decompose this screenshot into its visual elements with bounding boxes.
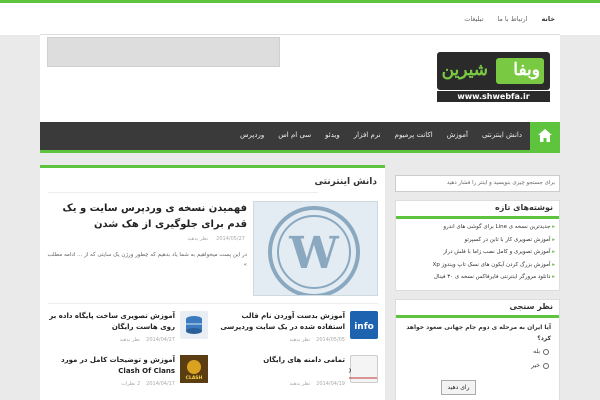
featured-post-excerpt: در این پست میخواهیم به شما یاد بدهیم که … bbox=[47, 252, 247, 268]
logo-mark: وبفا شیرین bbox=[437, 52, 550, 90]
search-input[interactable]: برای جستجو چیزی بنویسید و اینتر را فشار … bbox=[395, 175, 560, 192]
recent-post-item[interactable]: آموزش تصویری و کامل نصب زاما با فلش دراز bbox=[400, 246, 555, 259]
content-divider bbox=[48, 303, 378, 304]
post-card[interactable]: http:/ تمامی دامنه های رایگان 2014/04/19… bbox=[213, 355, 378, 393]
post-card-meta: 2014/05/05 نظر بدهید bbox=[290, 337, 345, 343]
nav-home-button[interactable] bbox=[530, 122, 560, 150]
post-card-meta: 2014/04/17 2 نظرات bbox=[121, 381, 175, 387]
http-icon: http:/ bbox=[328, 355, 378, 383]
top-bar: خانه ارتباط با ما تبلیغات bbox=[0, 0, 600, 35]
info-icon: info bbox=[350, 311, 378, 339]
post-card-date: 2014/04/17 bbox=[146, 381, 175, 387]
top-link-home[interactable]: خانه bbox=[541, 15, 555, 23]
nav-item-premium[interactable]: اکانت پرمیوم bbox=[395, 131, 433, 139]
nav-items: دانش اینترنتی آموزش اکانت پرمیوم نرم افز… bbox=[240, 131, 522, 139]
poll-option-yes[interactable]: بله bbox=[533, 348, 549, 355]
poll-option-label: خیر bbox=[531, 362, 540, 369]
poll-option-label: بله bbox=[533, 348, 540, 355]
svg-text:http:/: http:/ bbox=[349, 366, 351, 375]
database-icon bbox=[180, 311, 208, 339]
featured-post-title[interactable]: فهمیدن نسخه ی وردپرس سایت و یک قدم برای … bbox=[47, 201, 247, 233]
poll-option-no[interactable]: خیر bbox=[531, 362, 549, 369]
recent-posts-title: نوشته‌های تازه bbox=[396, 201, 559, 219]
post-card-comments[interactable]: نظر بدهید bbox=[290, 337, 311, 343]
clash-icon: CLASH bbox=[180, 355, 208, 383]
section-title: دانش اینترنتی bbox=[314, 177, 377, 187]
logo-url: www.shwebfa.ir bbox=[437, 91, 550, 102]
nav-item-tutorial[interactable]: آموزش bbox=[447, 131, 468, 139]
post-card-meta: 2014/04/27 نظر بدهید bbox=[120, 337, 175, 343]
site-header: وبفا شیرین www.shwebfa.ir bbox=[40, 35, 560, 122]
poll-question: آیا ایران به مرحله ی دوم جام جهانی صعود … bbox=[406, 324, 551, 342]
post-card-meta: 2014/04/19 نظر بدهید bbox=[290, 381, 345, 387]
nav-item-wordpress[interactable]: وردپرس bbox=[240, 131, 264, 139]
logo-text-left: شیرین bbox=[441, 60, 488, 80]
nav-item-cms[interactable]: سی ام اس bbox=[278, 131, 311, 139]
nav-item-internet[interactable]: دانش اینترنتی bbox=[482, 131, 522, 139]
radio-button[interactable] bbox=[543, 362, 549, 369]
poll-widget: نظر سنجی آیا ایران به مرحله ی دوم جام جه… bbox=[395, 299, 560, 400]
featured-post-meta: 2014/05/27 نظر بدهید bbox=[188, 236, 245, 242]
post-card-title[interactable]: آموزش بدست آوردن نام قالب استفاده شده در… bbox=[215, 311, 345, 333]
post-card-date: 2014/04/27 bbox=[146, 337, 175, 343]
top-link-ads[interactable]: تبلیغات bbox=[464, 15, 483, 23]
nav-item-video[interactable]: ویدئو bbox=[325, 131, 340, 139]
recent-post-item[interactable]: آموزش تصویری کار با تابن در کسپرتو bbox=[400, 234, 555, 247]
main-nav: دانش اینترنتی آموزش اکانت پرمیوم نرم افز… bbox=[40, 122, 560, 153]
post-card-comments[interactable]: نظر بدهید bbox=[120, 337, 141, 343]
post-card[interactable]: info آموزش بدست آوردن نام قالب استفاده ش… bbox=[213, 311, 378, 349]
logo-text-right: وبفا bbox=[513, 60, 540, 80]
post-card-comments[interactable]: نظر بدهید bbox=[290, 381, 311, 387]
post-card-date: 2014/05/05 bbox=[316, 337, 345, 343]
svg-text:CLASH: CLASH bbox=[186, 375, 203, 381]
top-links: خانه ارتباط با ما تبلیغات bbox=[464, 15, 555, 23]
top-link-contact[interactable]: ارتباط با ما bbox=[497, 15, 527, 23]
featured-post-date: 2014/05/27 bbox=[216, 236, 245, 242]
recent-posts-widget: نوشته‌های تازه جدیدترین نسخه ی Line برای… bbox=[395, 200, 560, 291]
svg-text:info: info bbox=[354, 322, 374, 332]
wordpress-logo-icon: W bbox=[254, 202, 377, 295]
recent-post-item[interactable]: دانلود مرورگر اینترنتی فایرفاکس نسخه ی ۳… bbox=[400, 271, 555, 284]
recent-posts-list: جدیدترین نسخه ی Line برای گوشی های اندرو… bbox=[400, 221, 555, 284]
post-card-title[interactable]: آموزش و توضیحات کامل در مورد Clash Of Cl… bbox=[45, 355, 175, 377]
post-card-date: 2014/04/19 bbox=[316, 381, 345, 387]
site-logo[interactable]: وبفا شیرین www.shwebfa.ir bbox=[437, 52, 550, 102]
featured-post-image[interactable]: W bbox=[253, 201, 378, 296]
radio-button[interactable] bbox=[543, 348, 549, 355]
main-content: دانش اینترنتی W فهمیدن نسخه ی وردپرس سای… bbox=[40, 165, 385, 400]
vote-button[interactable]: رای دهید bbox=[441, 380, 476, 395]
home-icon bbox=[538, 129, 552, 142]
recent-post-item[interactable]: جدیدترین نسخه ی Line برای گوشی های اندرو bbox=[400, 221, 555, 234]
post-card[interactable]: CLASH آموزش و توضیحات کامل در مورد Clash… bbox=[43, 355, 208, 393]
section-title-divider bbox=[48, 192, 318, 193]
poll-title: نظر سنجی bbox=[396, 300, 559, 318]
recent-post-item[interactable]: آموزش بزرگ کردن آیکون های نسک تاپ ویندوز… bbox=[400, 259, 555, 272]
header-ad-placeholder bbox=[47, 37, 280, 67]
featured-post-comments[interactable]: نظر بدهید bbox=[188, 236, 209, 242]
post-card-comments[interactable]: 2 نظرات bbox=[121, 381, 140, 387]
svg-text:W: W bbox=[288, 228, 339, 279]
post-card-title[interactable]: آموزش تصویری ساخت پایگاه داده بر روی هاس… bbox=[45, 311, 175, 333]
post-card-title[interactable]: تمامی دامنه های رایگان bbox=[215, 355, 345, 366]
nav-item-software[interactable]: نرم افزار bbox=[354, 131, 381, 139]
post-card[interactable]: آموزش تصویری ساخت پایگاه داده بر روی هاس… bbox=[43, 311, 208, 349]
